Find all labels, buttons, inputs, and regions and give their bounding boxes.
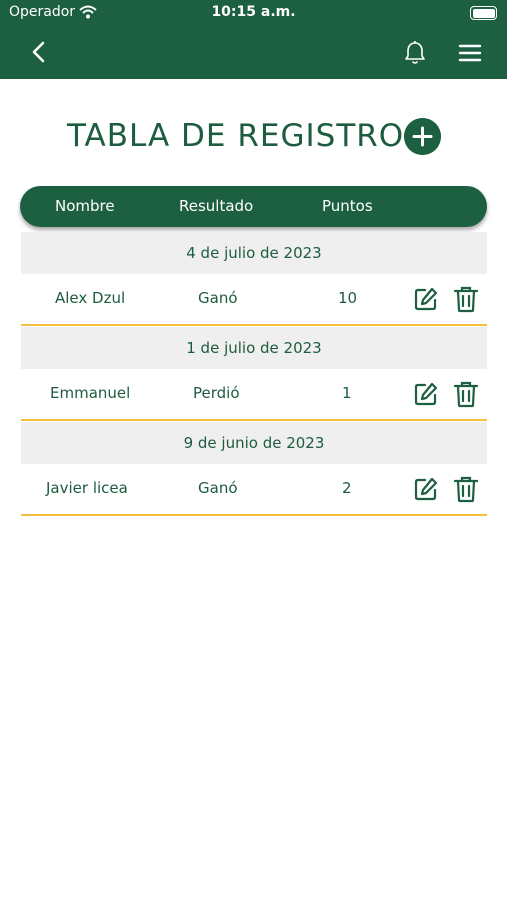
date-row: 9 de junio de 2023 bbox=[21, 422, 487, 464]
record-group: 4 de julio de 2023 Alex Dzul Ganó 10 bbox=[21, 232, 487, 326]
hamburger-menu-icon[interactable] bbox=[458, 42, 482, 64]
trash-icon[interactable] bbox=[453, 285, 479, 313]
status-time: 10:15 a.m. bbox=[211, 4, 296, 20]
chevron-left-icon[interactable] bbox=[27, 40, 51, 64]
battery-icon bbox=[470, 6, 497, 20]
bell-icon[interactable] bbox=[403, 40, 427, 66]
table-row: Alex Dzul Ganó 10 bbox=[21, 274, 487, 326]
header-puntos: Puntos bbox=[322, 197, 373, 215]
date-row: 1 de julio de 2023 bbox=[21, 327, 487, 369]
trash-icon[interactable] bbox=[453, 380, 479, 408]
plus-icon[interactable] bbox=[404, 118, 441, 155]
trash-icon[interactable] bbox=[453, 475, 479, 503]
cell-nombre: Javier licea bbox=[46, 479, 128, 497]
cell-nombre: Emmanuel bbox=[50, 384, 131, 402]
status-bar: Operador 10:15 a.m. bbox=[0, 0, 507, 28]
header-nombre: Nombre bbox=[55, 197, 115, 215]
cell-puntos: 1 bbox=[342, 384, 352, 402]
edit-icon[interactable] bbox=[413, 476, 439, 502]
date-row: 4 de julio de 2023 bbox=[21, 232, 487, 274]
header-resultado: Resultado bbox=[179, 197, 254, 215]
cell-nombre: Alex Dzul bbox=[55, 289, 126, 307]
cell-resultado: Perdió bbox=[193, 384, 240, 402]
table-row: Javier licea Ganó 2 bbox=[21, 464, 487, 516]
cell-resultado: Ganó bbox=[198, 289, 238, 307]
edit-icon[interactable] bbox=[413, 381, 439, 407]
page-title: TABLA DE REGISTRO bbox=[67, 118, 405, 154]
table-header: Nombre Resultado Puntos bbox=[20, 186, 487, 227]
edit-icon[interactable] bbox=[413, 286, 439, 312]
cell-puntos: 2 bbox=[342, 479, 352, 497]
table-row: Emmanuel Perdió 1 bbox=[21, 369, 487, 421]
cell-puntos: 10 bbox=[338, 289, 358, 307]
top-bar: Operador 10:15 a.m. bbox=[0, 0, 507, 79]
record-group: 1 de julio de 2023 Emmanuel Perdió 1 bbox=[21, 327, 487, 421]
cell-resultado: Ganó bbox=[198, 479, 238, 497]
record-group: 9 de junio de 2023 Javier licea Ganó 2 bbox=[21, 422, 487, 516]
